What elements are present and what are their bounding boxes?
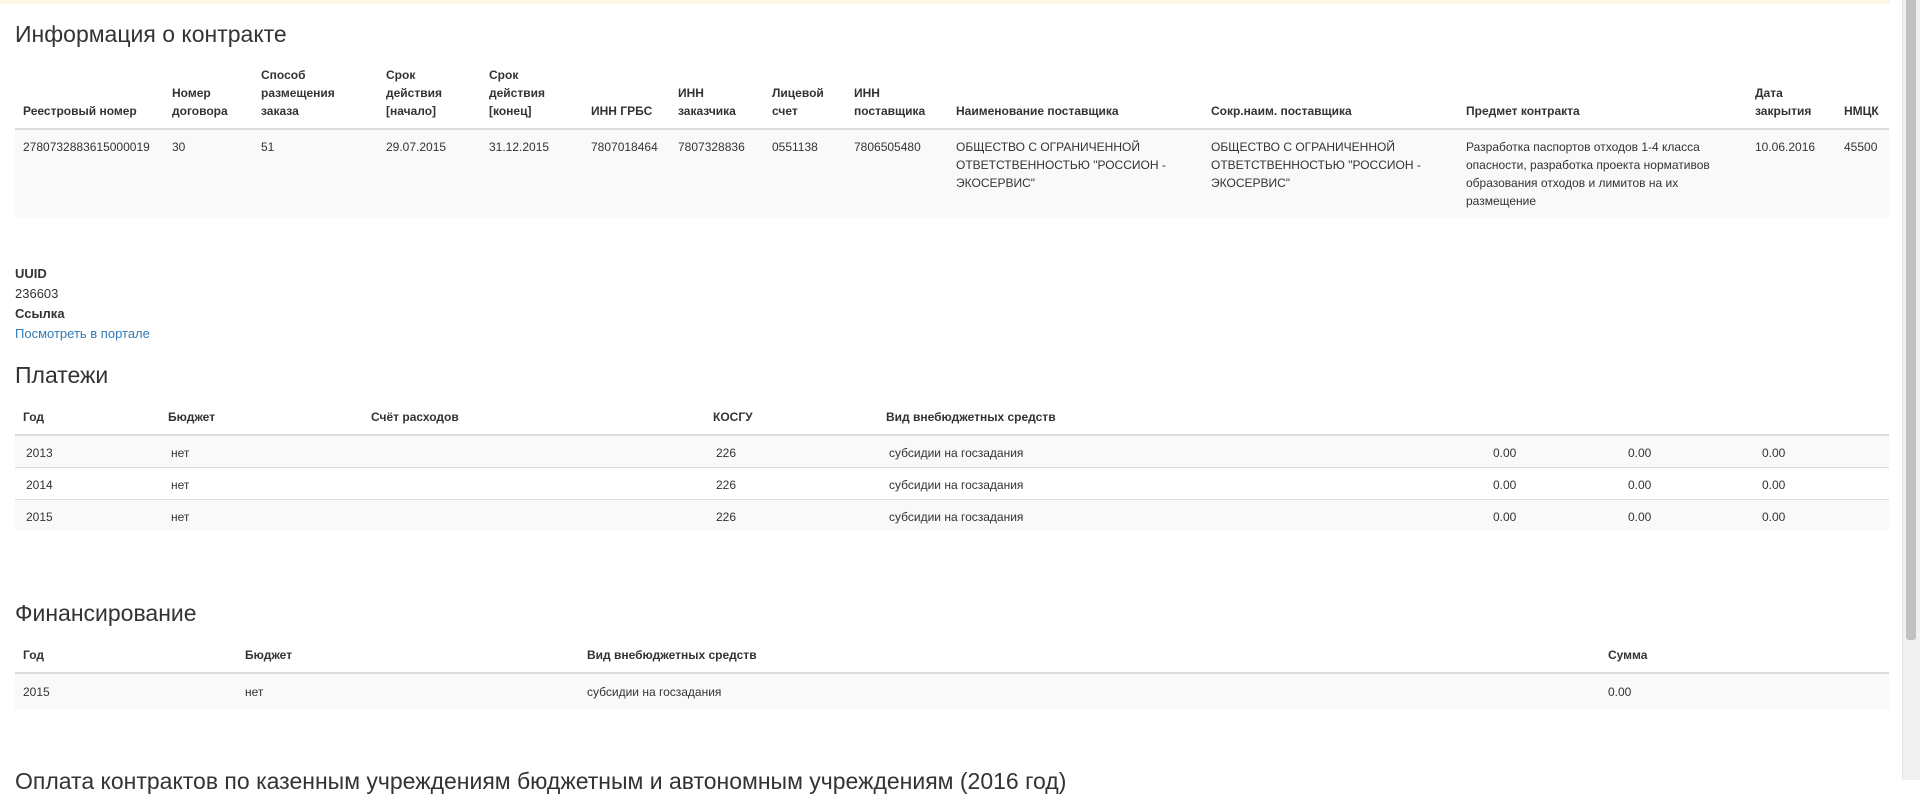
- payment-extrabudget-type: субсидии на госзадания: [878, 467, 1482, 500]
- nmck: 45500: [1836, 129, 1889, 218]
- col-close-date: Дата закрытия: [1747, 62, 1836, 130]
- payment-amount-3: 0.00: [1751, 499, 1889, 531]
- registry-number: 2780732883615000019: [15, 129, 164, 218]
- col-extrabudget-type: Вид внебюджетных средств: [579, 642, 1600, 674]
- supplier-short-name: ОБЩЕСТВО С ОГРАНИЧЕННОЙ ОТВЕТСТВЕННОСТЬЮ…: [1203, 129, 1458, 218]
- payment-amount-2: 0.00: [1617, 499, 1751, 531]
- funding-year: 2015: [15, 673, 237, 709]
- uuid-value: 236603: [15, 286, 59, 301]
- portal-link[interactable]: Посмотреть в портале: [15, 326, 150, 341]
- contract-subject: Разработка паспортов отходов 1-4 класса …: [1458, 129, 1747, 218]
- contract-section-title: Информация о контракте: [15, 21, 287, 47]
- funding-section-title: Финансирование: [15, 600, 197, 626]
- col-end-date: Срок действия [конец]: [481, 62, 583, 130]
- col-amount-1: [1482, 404, 1617, 436]
- payment-year: 2014: [15, 467, 160, 500]
- col-year: Год: [15, 642, 237, 674]
- table-row: 2014 нет 226 субсидии на госзадания 0.00…: [15, 467, 1889, 500]
- payment-amount-3: 0.00: [1751, 434, 1889, 468]
- inn-supplier: 7806505480: [846, 129, 948, 218]
- account: 0551138: [764, 129, 846, 218]
- table-row: 2015 нет 226 субсидии на госзадания 0.00…: [15, 499, 1889, 531]
- col-inn-grbs: ИНН ГРБС: [583, 62, 670, 130]
- table-row: 2015 нет субсидии на госзадания 0.00: [15, 673, 1889, 709]
- inn-grbs: 7807018464: [583, 129, 670, 218]
- link-label: Ссылка: [15, 306, 65, 321]
- col-budget: Бюджет: [160, 404, 363, 436]
- payment-amount-1: 0.00: [1482, 499, 1617, 531]
- payment-amount-1: 0.00: [1482, 434, 1617, 468]
- end-date: 31.12.2015: [481, 129, 583, 218]
- funding-budget: нет: [237, 673, 579, 709]
- col-supplier-name: Наименование поставщика: [948, 62, 1203, 130]
- payment-expense-account: [363, 467, 705, 500]
- table-row: 2780732883615000019 30 51 29.07.2015 31.…: [15, 129, 1889, 218]
- col-expense-account: Счёт расходов: [363, 404, 705, 436]
- payment-kosgu: 226: [705, 499, 878, 531]
- vertical-scrollbar[interactable]: [1902, 0, 1920, 780]
- supplier-name: ОБЩЕСТВО С ОГРАНИЧЕННОЙ ОТВЕТСТВЕННОСТЬЮ…: [948, 129, 1203, 218]
- col-nmck: НМЦК: [1836, 62, 1889, 130]
- col-start-date: Срок действия [начало]: [378, 62, 481, 130]
- col-sum: Сумма: [1600, 642, 1889, 674]
- alert-strip: [0, 0, 1890, 4]
- payment-amount-2: 0.00: [1617, 434, 1751, 468]
- payment-kosgu: 226: [705, 434, 878, 468]
- payment-year: 2013: [15, 434, 160, 468]
- col-extrabudget-type: Вид внебюджетных средств: [878, 404, 1482, 436]
- payment-expense-account: [363, 434, 705, 468]
- col-inn-customer: ИНН заказчика: [670, 62, 764, 130]
- inn-customer: 7807328836: [670, 129, 764, 218]
- col-year: Год: [15, 404, 160, 436]
- payment-amount-3: 0.00: [1751, 467, 1889, 500]
- col-amount-2: [1617, 404, 1751, 436]
- payment-extrabudget-type: субсидии на госзадания: [878, 434, 1482, 468]
- funding-table: Год Бюджет Вид внебюджетных средств Сумм…: [15, 642, 1889, 709]
- payment-budget: нет: [160, 467, 363, 500]
- payment-amount-1: 0.00: [1482, 467, 1617, 500]
- payments-table: Год Бюджет Счёт расходов КОСГУ Вид внебю…: [15, 404, 1889, 531]
- scrollbar-thumb[interactable]: [1906, 0, 1916, 640]
- col-contract-number: Номер договора: [164, 62, 253, 130]
- col-kosgu: КОСГУ: [705, 404, 878, 436]
- order-method: 51: [253, 129, 378, 218]
- payment-budget: нет: [160, 434, 363, 468]
- table-row: 2013 нет 226 субсидии на госзадания 0.00…: [15, 434, 1889, 468]
- payments-header-row: Год Бюджет Счёт расходов КОСГУ Вид внебю…: [15, 404, 1889, 436]
- contract-table: Реестровый номер Номер договора Способ р…: [15, 62, 1889, 218]
- payments-section-title: Платежи: [15, 362, 109, 388]
- col-budget: Бюджет: [237, 642, 579, 674]
- col-amount-3: [1751, 404, 1889, 436]
- start-date: 29.07.2015: [378, 129, 481, 218]
- col-order-method: Способ размещения заказа: [253, 62, 378, 130]
- col-registry-number: Реестровый номер: [15, 62, 164, 130]
- contract-header-row: Реестровый номер Номер договора Способ р…: [15, 62, 1889, 130]
- payment-kosgu: 226: [705, 467, 878, 500]
- payment-budget: нет: [160, 499, 363, 531]
- next-section-title: Оплата контрактов по казенным учреждения…: [15, 768, 1067, 794]
- funding-header-row: Год Бюджет Вид внебюджетных средств Сумм…: [15, 642, 1889, 674]
- col-account: Лицевой счет: [764, 62, 846, 130]
- payment-extrabudget-type: субсидии на госзадания: [878, 499, 1482, 531]
- funding-sum: 0.00: [1600, 673, 1889, 709]
- contract-meta: UUID 236603 Ссылка Посмотреть в портале: [15, 264, 150, 344]
- uuid-label: UUID: [15, 266, 47, 281]
- col-inn-supplier: ИНН поставщика: [846, 62, 948, 130]
- payment-expense-account: [363, 499, 705, 531]
- payment-year: 2015: [15, 499, 160, 531]
- close-date: 10.06.2016: [1747, 129, 1836, 218]
- payment-amount-2: 0.00: [1617, 467, 1751, 500]
- col-supplier-short-name: Сокр.наим. поставщика: [1203, 62, 1458, 130]
- contract-number: 30: [164, 129, 253, 218]
- funding-extrabudget-type: субсидии на госзадания: [579, 673, 1600, 709]
- col-subject: Предмет контракта: [1458, 62, 1747, 130]
